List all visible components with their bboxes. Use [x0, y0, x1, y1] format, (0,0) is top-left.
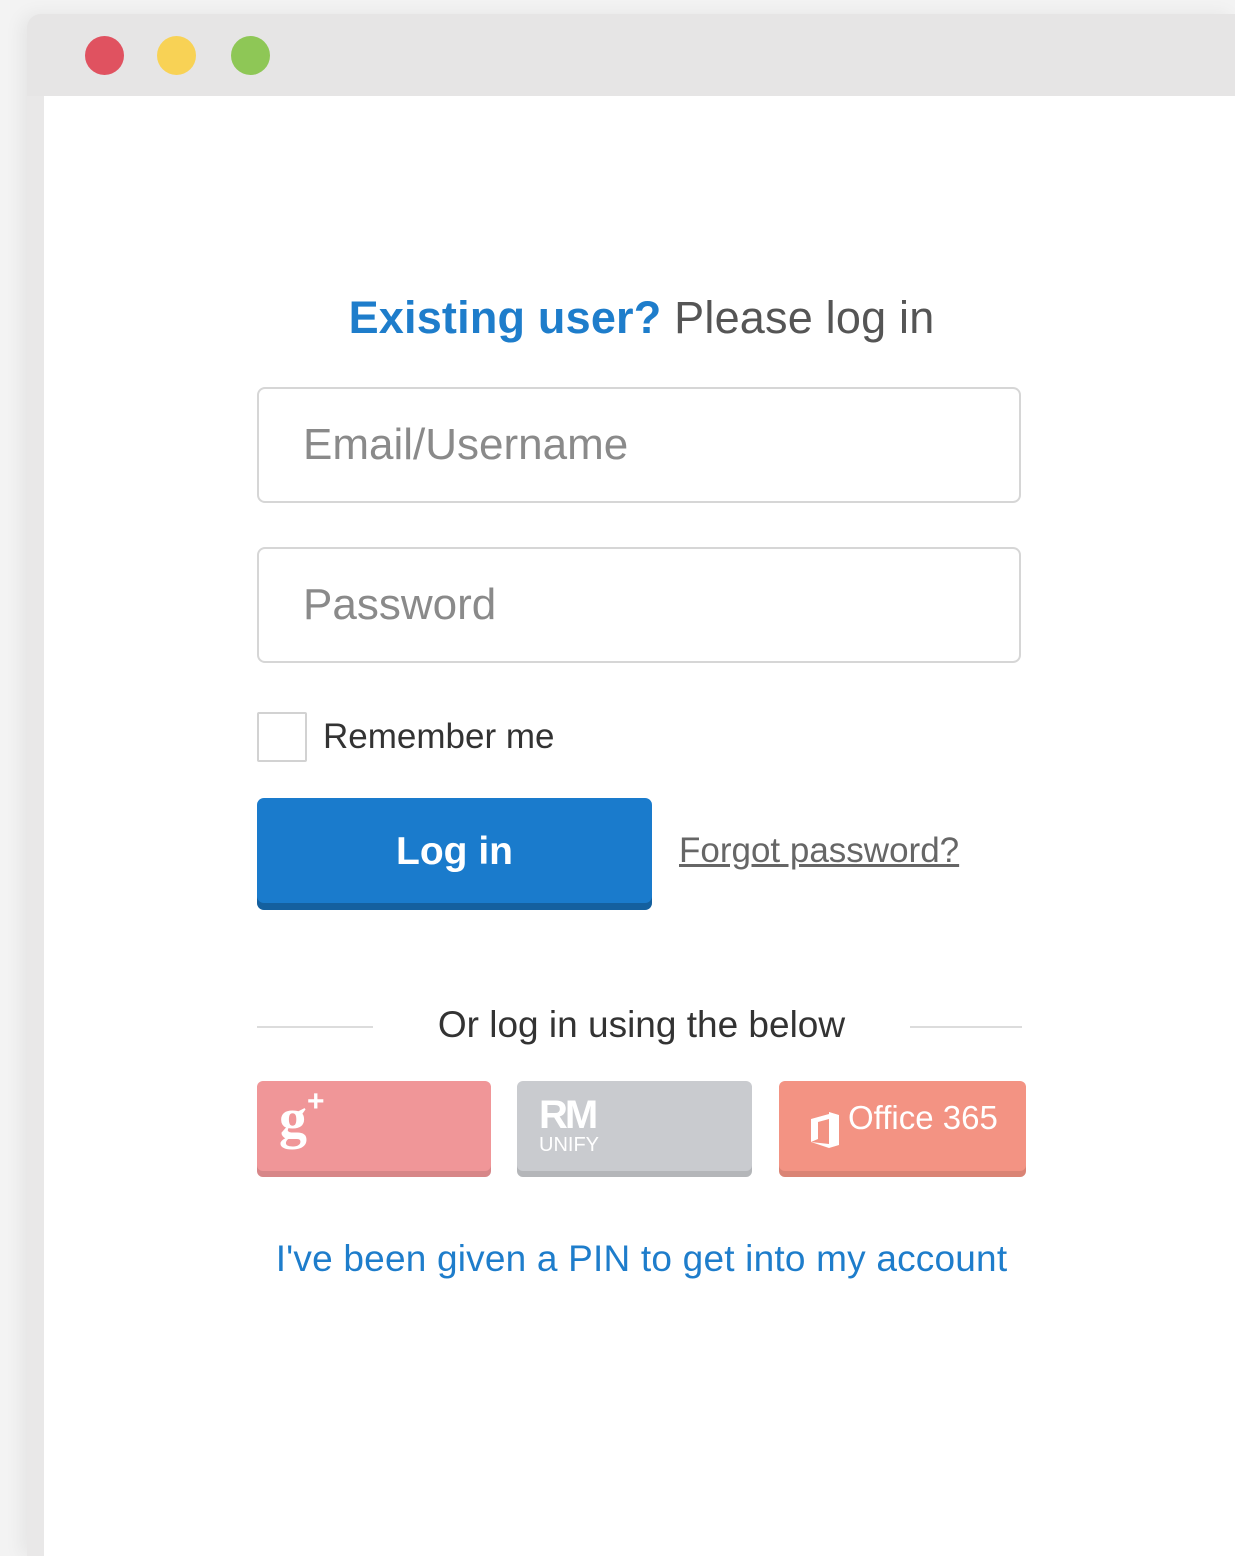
alternative-login-heading: Or log in using the below — [437, 1004, 846, 1045]
pin-login-link[interactable]: I've been given a PIN to get into my acc… — [44, 1238, 1235, 1280]
rm-unify-login-button[interactable]: RM UNIFY — [517, 1081, 752, 1177]
remember-me-checkbox[interactable] — [257, 712, 307, 762]
google-plus-login-button[interactable]: g+ — [257, 1081, 491, 1177]
rm-unify-logo: RM UNIFY — [539, 1095, 599, 1155]
unify-logo-text: UNIFY — [539, 1134, 599, 1156]
office-365-login-button[interactable]: Office 365 — [779, 1081, 1026, 1177]
log-in-button[interactable]: Log in — [257, 798, 652, 910]
remember-me-row[interactable]: Remember me — [257, 710, 554, 764]
remember-me-label[interactable]: Remember me — [323, 717, 554, 757]
divider-line-right — [910, 1026, 1022, 1028]
rm-logo-text: RM — [539, 1093, 598, 1137]
minimize-window-button[interactable] — [157, 36, 196, 75]
email-username-input[interactable] — [257, 387, 1021, 503]
close-window-button[interactable] — [85, 36, 124, 75]
google-plus-icon: g+ — [279, 1085, 325, 1150]
divider-line-left — [257, 1026, 373, 1028]
page-title: Existing user? Please log in — [44, 292, 1235, 344]
please-log-in-heading: Please log in — [661, 292, 935, 343]
existing-user-heading: Existing user? — [348, 292, 662, 343]
forgot-password-link[interactable]: Forgot password? — [679, 831, 959, 871]
login-page: Existing user? Please log in Remember me… — [44, 96, 1235, 1556]
office-icon — [811, 1112, 839, 1148]
browser-window: Existing user? Please log in Remember me… — [27, 14, 1235, 1556]
password-input[interactable] — [257, 547, 1021, 663]
window-titlebar — [27, 14, 1235, 96]
maximize-window-button[interactable] — [231, 36, 270, 75]
office-365-label: Office 365 — [848, 1099, 998, 1136]
